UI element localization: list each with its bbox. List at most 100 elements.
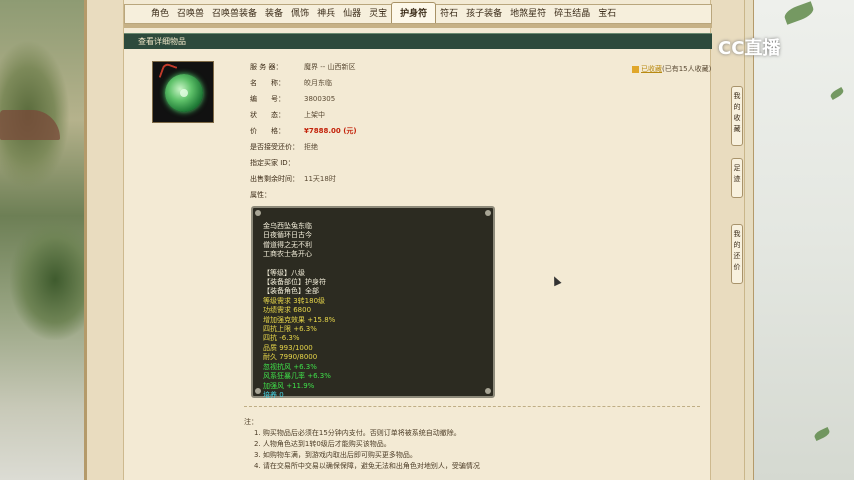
tab-10[interactable]: 孩子装备 xyxy=(462,6,506,23)
attribute-line: 【等级】八级 xyxy=(263,268,305,277)
info-label: 指定买家 ID： xyxy=(250,159,295,167)
tab-3[interactable]: 装备 xyxy=(261,6,287,23)
tab-8[interactable]: 护身符 xyxy=(391,2,437,23)
info-label: 名 称： xyxy=(250,79,285,87)
tab-4[interactable]: 佩饰 xyxy=(287,6,313,23)
scrollbar[interactable] xyxy=(744,0,753,480)
notes-list: 1. 购买物品后必须在15分钟内支付。否则订单将被系统自动撤除。 2. 人物角色达… xyxy=(244,428,700,472)
notes-heading: 注： xyxy=(244,418,258,426)
attribute-line: 风系狂暴几率 +6.3% xyxy=(263,372,331,381)
attribute-line: 增加强克效果 +15.8% xyxy=(263,315,336,324)
tab-0[interactable]: 角色 xyxy=(147,6,173,23)
my-counter-offer-button[interactable]: 我的还价 xyxy=(731,224,743,284)
poem-line: 工商农士各开心 xyxy=(263,250,312,259)
note-item: 3. 如购物车满，到游戏内取出后即可购买更多物品。 xyxy=(254,451,417,459)
footprint-button[interactable]: 足迹 xyxy=(731,158,743,198)
info-label: 编 号： xyxy=(250,95,285,103)
note-item: 4. 请在交易所中交易以确保保障，避免无法和出角色对地别人，受骗情况 xyxy=(254,462,480,470)
collect-link[interactable]: 已收藏 xyxy=(641,65,662,73)
info-value: 11天18时 xyxy=(304,175,336,183)
tab-7[interactable]: 灵宝 xyxy=(365,6,391,23)
info-row: 编 号： 3800305 xyxy=(250,92,550,108)
price-value: ¥7888.00 (元) xyxy=(304,127,357,135)
info-row: 状 态： 上架中 xyxy=(250,108,550,124)
poem-line: 僧道得之无不利 xyxy=(263,240,312,249)
background-right-scenery xyxy=(744,0,854,480)
attribute-box: 金乌西坠兔东临 日夜循环日古今 僧道得之无不利 工商农士各开心 【等级】八级 【装备部位】… xyxy=(251,206,495,400)
info-label: 属性： xyxy=(250,191,271,199)
info-value: 3800305 xyxy=(304,95,336,103)
item-info: 服 务 器： 魔界 -- 山西新区名 称： 皎月东临编 号： 3800305 状 态： 上… xyxy=(250,60,550,204)
leaf-decoration xyxy=(813,426,831,442)
corner-decoration xyxy=(485,388,491,394)
side-button-char: 的 xyxy=(733,103,741,111)
info-label: 出售剩余时间： xyxy=(250,175,299,183)
side-button-char: 的 xyxy=(733,241,741,249)
tab-6[interactable]: 仙器 xyxy=(339,6,365,23)
section-title: 查看详细物品 xyxy=(124,33,712,49)
info-row: 指定买家 ID： xyxy=(250,156,550,172)
tab-13[interactable]: 宝石 xyxy=(594,6,620,23)
side-button-char: 足 xyxy=(733,164,741,172)
poem-line: 日夜循环日古今 xyxy=(263,231,312,240)
attribute-line: 品质 993/1000 xyxy=(263,343,313,352)
attribute-line: 四抗 -6.3% xyxy=(263,334,300,343)
info-value: 皎月东临 xyxy=(304,79,332,87)
tab-5[interactable]: 神兵 xyxy=(313,6,339,23)
leaf-decoration xyxy=(829,86,845,101)
note-item: 2. 人物角色达到1转0级后才能购买该物品。 xyxy=(254,440,391,448)
info-row: 出售剩余时间： 11天18时 xyxy=(250,172,550,188)
info-label: 是否接受还价： xyxy=(250,143,299,151)
side-button-char: 迹 xyxy=(733,175,741,183)
info-value: 拒绝 xyxy=(304,143,318,151)
side-button-char: 价 xyxy=(733,263,741,271)
attribute-line: 【装备角色】全部 xyxy=(263,287,319,296)
side-button-char: 收 xyxy=(733,114,741,122)
collect-area: 已收藏(已有15人收藏) xyxy=(632,64,711,74)
page-frame: 角色 召唤兽 召唤兽装备 装备 佩饰 神兵 仙器 灵宝 护身符 符石 孩子装备 地煞星符 碎玉结晶 宝石 … xyxy=(84,0,754,480)
info-label: 服 务 器： xyxy=(250,63,283,71)
star-icon xyxy=(632,65,639,73)
tab-1[interactable]: 召唤兽 xyxy=(173,6,208,23)
attribute-lines: 金乌西坠兔东临 日夜循环日古今 僧道得之无不利 工商农士各开心 【等级】八级 【装备部位】… xyxy=(263,222,483,400)
attribute-line: 加强风 +11.9% xyxy=(263,381,315,390)
info-value: 上架中 xyxy=(304,111,325,119)
tab-2[interactable]: 召唤兽装备 xyxy=(208,6,261,23)
note-item: 1. 购买物品后必须在15分钟内支付。否则订单将被系统自动撤除。 xyxy=(254,429,461,437)
cc-live-logo: CC直播 xyxy=(718,38,781,59)
side-button-char: 我 xyxy=(733,230,741,238)
attribute-line: 忽视抗风 +6.3% xyxy=(263,362,317,371)
info-row: 服 务 器： 魔界 -- 山西新区 xyxy=(250,60,550,76)
info-row: 是否接受还价： 拒绝 xyxy=(250,140,550,156)
info-value: 魔界 -- 山西新区 xyxy=(304,63,356,71)
corner-decoration xyxy=(255,210,261,216)
side-button-char: 藏 xyxy=(733,125,741,133)
my-collection-button[interactable]: 我的收藏 xyxy=(731,86,743,146)
attribute-line: 耐久 7990/8000 xyxy=(263,353,318,362)
corner-decoration xyxy=(485,210,491,216)
attribute-line: 培养 0 xyxy=(263,390,284,399)
attribute-line: 等级需求 3转180级 xyxy=(263,296,326,305)
corner-decoration xyxy=(255,388,261,394)
info-label: 状 态： xyxy=(250,111,285,119)
tab-12[interactable]: 碎玉结晶 xyxy=(550,6,594,23)
content-panel: 角色 召唤兽 召唤兽装备 装备 佩饰 神兵 仙器 灵宝 护身符 符石 孩子装备 地煞星符 碎玉结晶 宝石 … xyxy=(123,0,712,480)
notes: 注： 1. 购买物品后必须在15分钟内支付。否则订单将被系统自动撤除。 2. 人物… xyxy=(244,406,700,472)
side-button-char: 我 xyxy=(733,92,741,100)
tab-11[interactable]: 地煞星符 xyxy=(506,6,550,23)
collect-count: (已有15人收藏) xyxy=(662,65,712,73)
side-button-char: 还 xyxy=(733,252,741,260)
category-tabs: 角色 召唤兽 召唤兽装备 装备 佩饰 神兵 仙器 灵宝 护身符 符石 孩子装备 地煞星符 碎玉结晶 宝石 xyxy=(124,2,712,24)
leaf-decoration xyxy=(782,1,816,25)
info-row: 属性： xyxy=(250,188,550,204)
item-image xyxy=(152,61,214,123)
tabs-underline xyxy=(124,24,712,28)
tab-9[interactable]: 符石 xyxy=(436,6,462,23)
poem-line: 金乌西坠兔东临 xyxy=(263,222,312,230)
attribute-line: 功绩需求 6800 xyxy=(263,306,312,315)
info-row: 价 格： ¥7888.00 (元) xyxy=(250,124,550,140)
info-row: 名 称： 皎月东临 xyxy=(250,76,550,92)
jade-hole xyxy=(180,89,188,97)
info-label: 价 格： xyxy=(250,127,285,135)
